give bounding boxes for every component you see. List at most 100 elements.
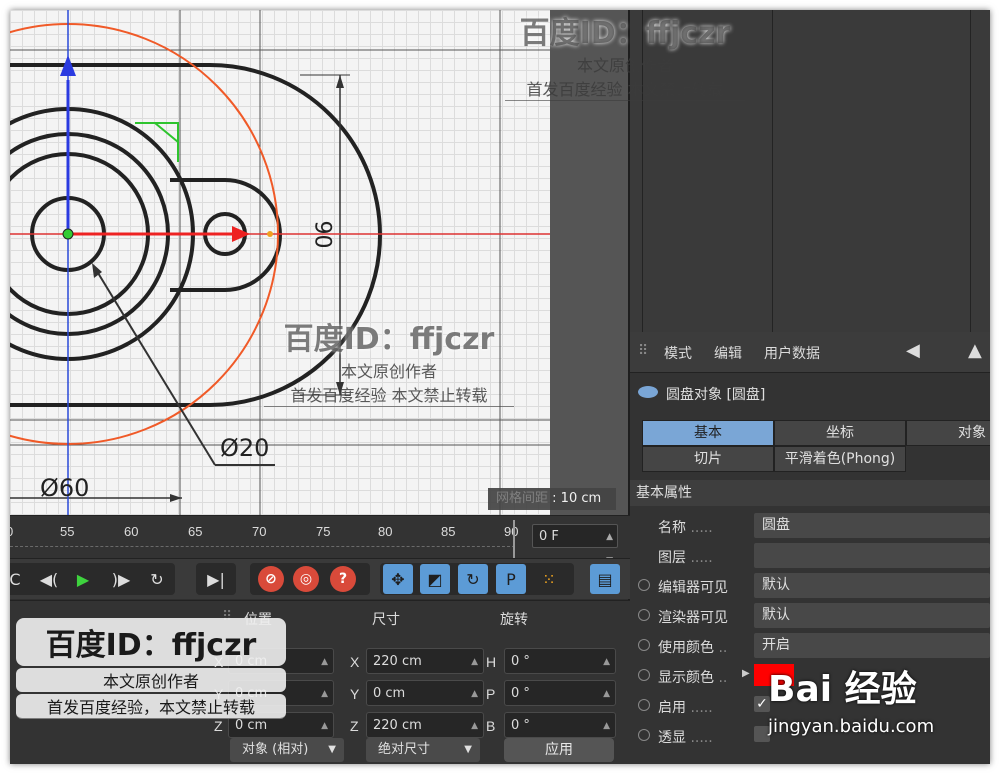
current-frame-field[interactable]: 0 F▲▼ — [532, 524, 618, 566]
loop-icon[interactable]: ↻ — [142, 564, 172, 594]
pos-y-field[interactable]: 0 cm▲▼ — [228, 680, 334, 725]
menu-edit[interactable]: 编辑 — [714, 343, 742, 363]
size-x-value: 220 cm — [373, 654, 422, 669]
radio-icon[interactable] — [638, 579, 650, 591]
playback-toolbar: C ◀( ▶ )▶ ↻ ▶| ⊘ ◎ ? ✥ ◩ ↻ P ⁙ ▤ — [10, 558, 630, 599]
prop-label-text: 编辑器可见 — [658, 580, 728, 596]
up-arrow-icon[interactable]: ▲ — [968, 340, 982, 361]
coord-mode-dropdown[interactable]: 对象 (相对) ▼ — [230, 738, 344, 762]
disc-object-icon — [638, 386, 658, 398]
step-back-icon[interactable]: ◀( — [34, 564, 64, 594]
size-y-value: 0 cm — [373, 686, 406, 701]
rot-b-label: B — [486, 718, 496, 734]
rot-b-field[interactable]: 0 °▲▼ — [504, 712, 616, 757]
size-z-label: Z — [350, 718, 359, 734]
prev-key-icon[interactable]: C — [10, 564, 30, 594]
render-visible-dropdown[interactable]: 默认 — [754, 603, 990, 628]
menu-mode[interactable]: 模式 — [664, 343, 692, 363]
rot-h-field[interactable]: 0 °▲▼ — [504, 648, 616, 693]
tab-object[interactable]: 对象 — [906, 420, 990, 446]
editor-visible-dropdown[interactable]: 默认 — [754, 573, 990, 598]
size-mode-dropdown[interactable]: 绝对尺寸 ▼ — [366, 738, 480, 762]
scale-tool-icon[interactable]: ◩ — [420, 564, 450, 594]
size-y-label: Y — [350, 686, 360, 702]
tab-coord[interactable]: 坐标 — [774, 420, 906, 446]
pos-x-label: X — [214, 654, 224, 670]
expand-arrow-icon[interactable]: ▶ — [742, 668, 750, 679]
rotate-tool-icon[interactable]: ↻ — [458, 564, 488, 594]
radio-icon[interactable] — [638, 609, 650, 621]
size-z-field[interactable]: 220 cm▲▼ — [366, 712, 484, 757]
apply-button[interactable]: 应用 — [504, 738, 614, 762]
size-z-value: 220 cm — [373, 718, 422, 733]
prop-label-text: 启用 — [658, 700, 686, 716]
auto-key-icon[interactable]: ◎ — [293, 566, 319, 592]
timeline-tick: 55 — [60, 524, 75, 539]
film-icon[interactable]: ▤ — [590, 564, 620, 594]
pos-z-label: Z — [214, 718, 223, 734]
column-divider — [772, 10, 773, 332]
timeline-ruler[interactable] — [10, 546, 515, 555]
help-icon[interactable]: ? — [330, 566, 356, 592]
radio-icon[interactable] — [638, 639, 650, 651]
tab-basic[interactable]: 基本 — [642, 420, 774, 446]
go-to-end-icon[interactable]: ▶| — [201, 564, 231, 594]
grid-spacing-value: : 10 cm — [552, 491, 602, 506]
prop-label-text: 使用颜色 — [658, 640, 714, 656]
prop-label: 使用颜色 .. — [658, 637, 727, 657]
timeline-tick: 75 — [316, 524, 331, 539]
name-field[interactable]: 圆盘 — [754, 513, 990, 538]
object-manager[interactable] — [630, 10, 990, 332]
size-mode-value: 绝对尺寸 — [378, 742, 431, 757]
prop-label-dots: ..... — [686, 700, 713, 716]
rot-p-field[interactable]: 0 °▲▼ — [504, 680, 616, 725]
play-icon[interactable]: ▶ — [68, 564, 98, 594]
grid-spacing-status: 网格间距 : 10 cm — [488, 488, 616, 510]
prop-label-dots: ..... — [686, 520, 713, 536]
points-grid-icon[interactable]: ⁙ — [534, 564, 564, 594]
prop-render-visible: 渲染器可见 默认 — [630, 602, 990, 630]
record-key-icon[interactable]: ⊘ — [258, 566, 284, 592]
prop-use-color: 使用颜色 .. 开启 — [630, 632, 990, 660]
layer-field[interactable] — [754, 543, 990, 568]
viewport[interactable]: 90 Ø20 Ø60 — [10, 10, 550, 515]
timeline-tick: 85 — [441, 524, 456, 539]
pos-z-field[interactable]: 0 cm▲▼ — [228, 712, 334, 757]
size-x-field[interactable]: 220 cm▲▼ — [366, 648, 484, 693]
rot-b-value: 0 ° — [511, 718, 530, 733]
prop-label-text: 透显 — [658, 730, 686, 746]
step-forward-icon[interactable]: )▶ — [106, 564, 136, 594]
tab-phong[interactable]: 平滑着色(Phong) — [774, 446, 906, 472]
tab-slice[interactable]: 切片 — [642, 446, 774, 472]
prop-label: 编辑器可见 — [658, 577, 728, 597]
use-color-dropdown[interactable]: 开启 — [754, 633, 990, 658]
prop-label: 名称 ..... — [658, 517, 713, 537]
radio-icon[interactable] — [638, 669, 650, 681]
param-tool-icon[interactable]: P — [496, 564, 526, 594]
back-arrow-icon[interactable]: ◀ — [906, 340, 920, 361]
grip-icon: ⠿ — [638, 343, 649, 359]
column-divider — [970, 10, 971, 332]
dimension-90: 90 — [309, 220, 335, 249]
viewport-dark-area — [550, 10, 630, 515]
prop-label: 显示颜色 .. — [658, 667, 727, 687]
object-title-text: 圆盘对象 [圆盘] — [666, 387, 766, 403]
playhead[interactable] — [513, 520, 515, 558]
radio-icon[interactable] — [638, 729, 650, 741]
chevron-down-icon: ▼ — [464, 744, 472, 755]
rot-p-label: P — [486, 686, 496, 702]
pos-x-field[interactable]: 0 cm▲▼ — [228, 648, 334, 693]
move-tool-icon[interactable]: ✥ — [383, 564, 413, 594]
prop-label-dots: ..... — [686, 550, 713, 566]
menu-user-data[interactable]: 用户数据 — [764, 343, 820, 363]
rot-h-value: 0 ° — [511, 654, 530, 669]
current-frame-value: 0 F — [539, 529, 559, 544]
radio-icon[interactable] — [638, 699, 650, 711]
app-window: 90 Ø20 Ø60 网格间距 : 10 cm 0 55 60 65 70 75… — [10, 10, 990, 764]
prop-name: 名称 ..... 圆盘 — [630, 512, 990, 540]
size-y-field[interactable]: 0 cm▲▼ — [366, 680, 484, 725]
dimension-d60: Ø60 — [40, 474, 90, 502]
timeline-tick: 70 — [252, 524, 267, 539]
grid-spacing-label: 网格间距 — [496, 491, 549, 506]
prop-label: 图层 ..... — [658, 547, 713, 567]
